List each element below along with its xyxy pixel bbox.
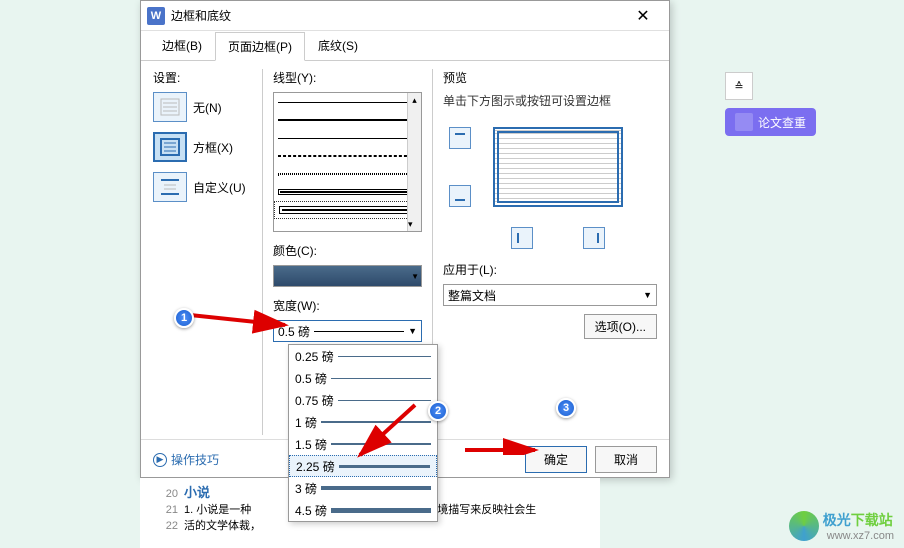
setting-custom[interactable]: 自定义(U) xyxy=(153,172,254,202)
chevron-down-icon: ▼ xyxy=(408,326,417,336)
width-label: 宽度(W): xyxy=(273,297,422,314)
preview-right-button[interactable] xyxy=(583,227,605,249)
color-label: 颜色(C): xyxy=(273,242,422,259)
annotation-1: 1 xyxy=(174,308,194,328)
linetype-list[interactable]: ▴▾ xyxy=(273,92,422,232)
width-option[interactable]: 0.25 磅 xyxy=(289,345,437,367)
app-w-icon: W xyxy=(147,7,165,25)
play-icon: ▶ xyxy=(153,453,167,467)
paper-check-button[interactable]: 论文查重 xyxy=(725,108,816,136)
annotation-3: 3 xyxy=(556,398,576,418)
apply-value: 整篇文档 xyxy=(448,287,496,304)
width-option[interactable]: 1.5 磅 xyxy=(289,433,437,455)
ok-button[interactable]: 确定 xyxy=(525,446,587,473)
tips-label: 操作技巧 xyxy=(171,451,219,468)
custom-icon xyxy=(153,172,187,202)
tab-page-border[interactable]: 页面边框(P) xyxy=(215,32,305,61)
preview-left-button[interactable] xyxy=(511,227,533,249)
tab-border[interactable]: 边框(B) xyxy=(149,31,215,60)
setting-box[interactable]: 方框(X) xyxy=(153,132,254,162)
close-button[interactable]: ✕ xyxy=(623,2,663,30)
label: 无(N) xyxy=(193,99,222,116)
setting-none[interactable]: 无(N) xyxy=(153,92,254,122)
scrollbar[interactable]: ▴▾ xyxy=(407,93,421,231)
preview-area xyxy=(443,117,657,257)
side-buttons: ≙ 论文查重 xyxy=(725,72,816,144)
options-button[interactable]: 选项(O)... xyxy=(584,314,657,339)
width-option[interactable]: 1 磅 xyxy=(289,411,437,433)
settings-label: 设置: xyxy=(153,69,254,86)
collapse-button[interactable]: ≙ xyxy=(725,72,753,100)
color-select[interactable]: ▼ xyxy=(273,265,422,287)
width-value: 0.5 磅 xyxy=(278,323,310,340)
preview-top-button[interactable] xyxy=(449,127,471,149)
none-icon xyxy=(153,92,187,122)
dialog-title: 边框和底纹 xyxy=(171,7,623,24)
chevron-down-icon: ▼ xyxy=(411,272,419,281)
doc-text: 1. 小说是一种 xyxy=(184,504,251,516)
doc-heading: 小说 xyxy=(184,485,210,500)
cancel-button[interactable]: 取消 xyxy=(595,446,657,473)
doc-text: 活的文学体裁， xyxy=(184,520,261,532)
preview-bottom-button[interactable] xyxy=(449,185,471,207)
chevron-down-icon: ▼ xyxy=(643,290,652,300)
label: 方框(X) xyxy=(193,139,233,156)
watermark-logo: 极光下载站 www.xz7.com xyxy=(789,510,894,542)
apply-select[interactable]: 整篇文档 ▼ xyxy=(443,284,657,306)
tab-shading[interactable]: 底纹(S) xyxy=(305,31,371,60)
tips-link[interactable]: ▶ 操作技巧 xyxy=(153,451,219,468)
preview-box[interactable] xyxy=(493,127,623,207)
box-icon xyxy=(153,132,187,162)
width-dropdown: 0.25 磅 0.5 磅 0.75 磅 1 磅 1.5 磅 2.25 磅 3 磅… xyxy=(288,344,438,522)
width-select[interactable]: 0.5 磅 ▼ xyxy=(273,320,422,342)
titlebar: W 边框和底纹 ✕ xyxy=(141,1,669,31)
doc-icon xyxy=(735,113,753,131)
width-option[interactable]: 0.5 磅 xyxy=(289,367,437,389)
apply-label: 应用于(L): xyxy=(443,261,657,278)
width-option[interactable]: 2.25 磅 xyxy=(289,455,437,477)
annotation-2: 2 xyxy=(428,401,448,421)
preview-hint: 单击下方图示或按钮可设置边框 xyxy=(443,92,657,109)
width-option[interactable]: 4.5 磅 xyxy=(289,499,437,521)
width-option[interactable]: 3 磅 xyxy=(289,477,437,499)
triangle-icon: ≙ xyxy=(734,80,743,93)
width-option[interactable]: 0.75 磅 xyxy=(289,389,437,411)
tab-bar: 边框(B) 页面边框(P) 底纹(S) xyxy=(141,31,669,61)
linetype-label: 线型(Y): xyxy=(273,69,422,86)
label: 自定义(U) xyxy=(193,179,246,196)
preview-label: 预览 xyxy=(443,69,657,86)
swirl-icon xyxy=(789,511,819,541)
